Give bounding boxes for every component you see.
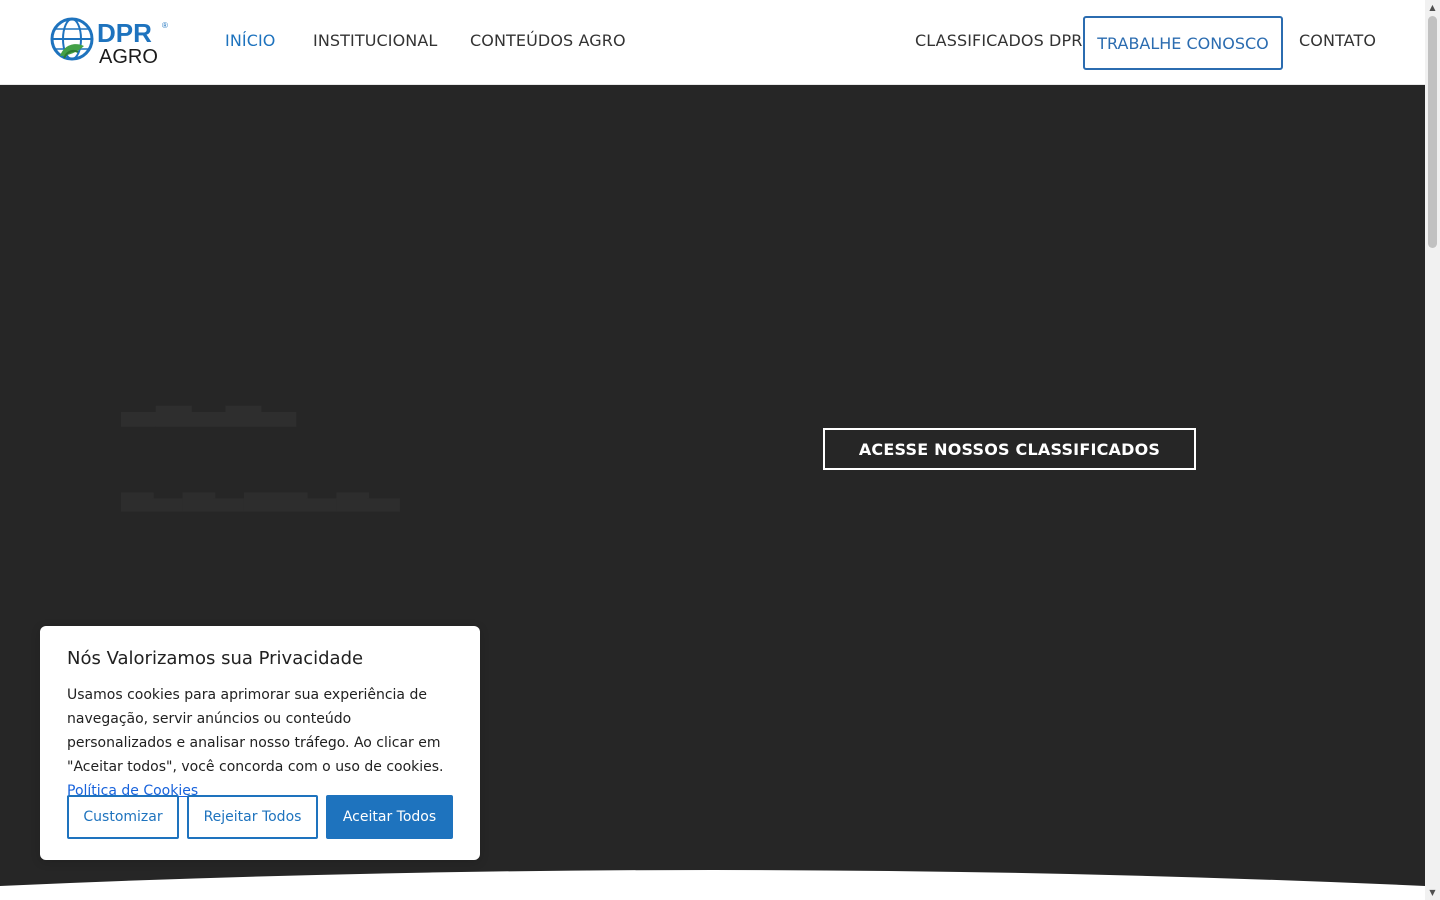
site-header: DPR ® AGRO INÍCIO INSTITUCIONAL CONTEÚDO… (0, 0, 1425, 85)
nav-item-institucional[interactable]: INSTITUCIONAL (313, 31, 437, 50)
logo-registered-mark: ® (162, 21, 168, 30)
nav-item-contato[interactable]: CONTATO (1299, 31, 1376, 50)
cookie-banner-text: Usamos cookies para aprimorar sua experi… (67, 683, 453, 803)
accept-all-button[interactable]: Aceitar Todos (326, 795, 453, 839)
cookie-banner-title: Nós Valorizamos sua Privacidade (67, 648, 364, 669)
reject-all-button[interactable]: Rejeitar Todos (187, 795, 318, 839)
scrollbar-thumb[interactable] (1428, 16, 1437, 248)
nav-item-classificados-dpr[interactable]: CLASSIFICADOS DPR (915, 31, 1082, 50)
hero-faded-heading: ▂▃▂▃▂ (122, 376, 297, 425)
logo-text-main: DPR (97, 18, 152, 48)
cookie-consent-banner: Nós Valorizamos sua Privacidade Usamos c… (40, 626, 480, 860)
triangle-up-icon[interactable]: ▲ (1425, 0, 1440, 15)
acesse-classificados-button[interactable]: ACESSE NOSSOS CLASSIFICADOS (823, 428, 1196, 470)
customize-button[interactable]: Customizar (67, 795, 179, 839)
cookie-banner-description: Usamos cookies para aprimorar sua experi… (67, 687, 444, 775)
globe-leaf-icon (50, 17, 94, 61)
nav-item-conteudos-agro[interactable]: CONTEÚDOS AGRO (470, 31, 626, 50)
hero-bottom-curve (0, 870, 1425, 900)
hero-faded-subheading: ▃▂▃▂▃▃▂▃▂ (122, 466, 399, 510)
triangle-down-icon[interactable]: ▼ (1425, 885, 1440, 900)
trabalhe-conosco-button[interactable]: TRABALHE CONOSCO (1083, 16, 1283, 70)
page-scrollbar[interactable]: ▲ ▼ (1425, 0, 1440, 900)
logo-text-sub: AGRO (99, 46, 158, 66)
dpr-agro-logo[interactable]: DPR ® AGRO (50, 16, 175, 66)
nav-item-inicio[interactable]: INÍCIO (225, 31, 276, 50)
